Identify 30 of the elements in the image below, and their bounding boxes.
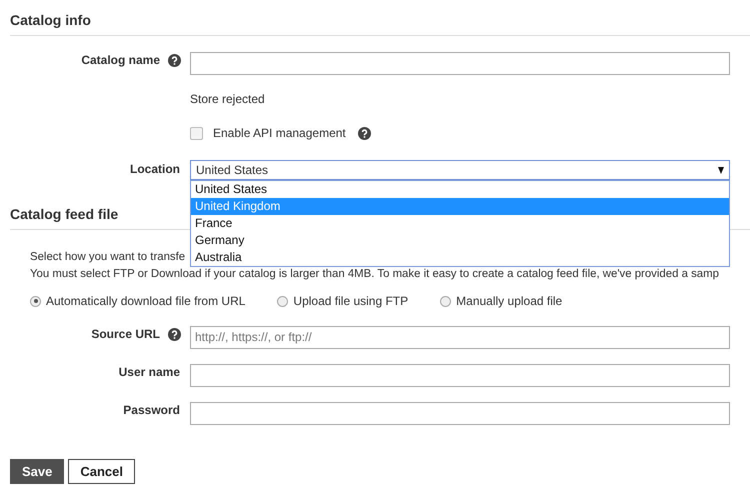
radio-label: Upload file using FTP — [293, 294, 408, 308]
field-label: Location — [130, 162, 180, 176]
radio-button[interactable] — [30, 296, 41, 306]
dropdown-option[interactable]: United States — [191, 181, 729, 198]
save-button[interactable]: Save — [10, 459, 64, 484]
dropdown-option[interactable]: Australia — [191, 249, 729, 266]
help-icon[interactable] — [168, 54, 181, 66]
field-label: Catalog name — [81, 53, 160, 67]
radio-button[interactable] — [277, 296, 288, 306]
intro-text: Select how you want to transfe — [30, 250, 186, 265]
status-text: Store rejected — [190, 91, 265, 108]
intro-text: You must select FTP or Download if your catalog is larger than 4MB. To make it easy to create a catalog feed file, we've provided a samp — [30, 267, 719, 282]
field-label: User name — [118, 365, 180, 379]
dropdown-option[interactable]: France — [191, 215, 729, 232]
input-field[interactable] — [190, 52, 730, 74]
help-icon[interactable] — [168, 328, 181, 340]
checkbox[interactable] — [190, 126, 203, 140]
checkbox-label: Enable API management — [213, 126, 346, 140]
input-field[interactable]: http://, https://, or ftp:// — [190, 326, 730, 348]
section-heading: Catalog info — [10, 12, 750, 36]
cancel-button[interactable]: Cancel — [68, 459, 136, 484]
field-label: Source URL — [91, 327, 160, 341]
field-label: Password — [123, 403, 180, 417]
input-field[interactable] — [190, 402, 730, 424]
radio-label: Manually upload file — [456, 294, 562, 308]
dropdown-option[interactable]: Germany — [191, 232, 729, 249]
help-icon[interactable] — [358, 126, 371, 140]
radio-label: Automatically download file from URL — [46, 294, 246, 308]
input-field[interactable] — [190, 364, 730, 386]
radio-button[interactable] — [440, 296, 452, 306]
